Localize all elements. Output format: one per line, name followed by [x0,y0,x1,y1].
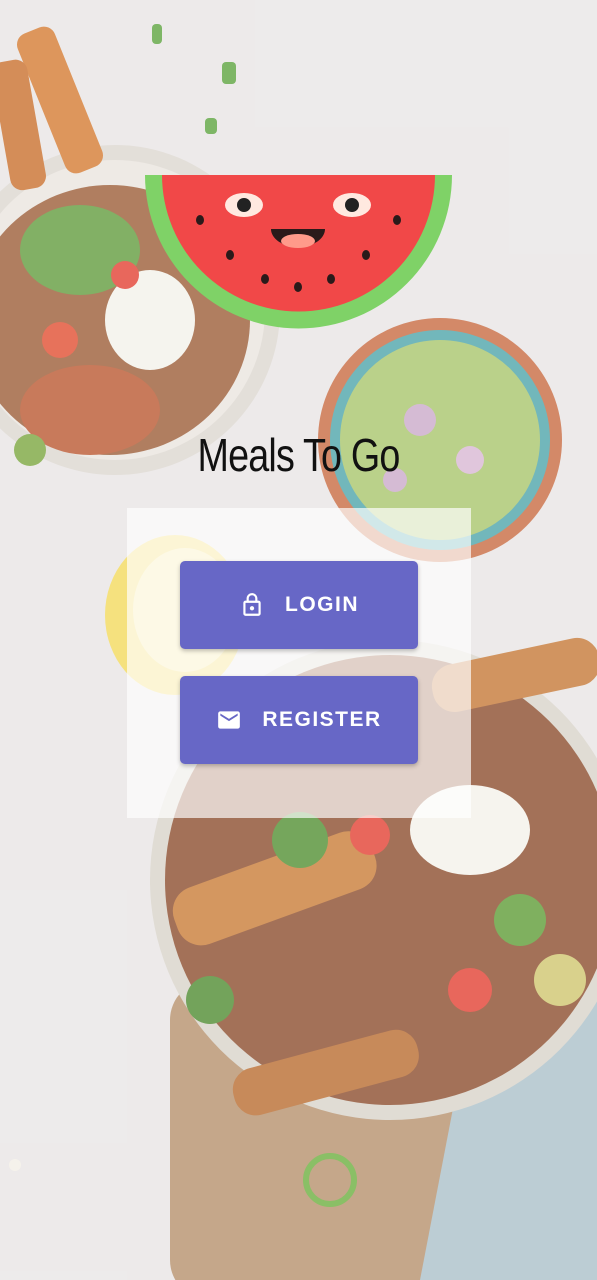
register-button-label: REGISTER [262,708,382,731]
mail-icon [216,707,242,733]
watermelon-icon [145,175,452,329]
account-screen: Meals To Go LOGIN REGISTER [0,0,597,1280]
auth-panel: LOGIN REGISTER [127,508,471,818]
lock-icon [239,592,265,618]
login-button-label: LOGIN [285,593,359,616]
register-button[interactable]: REGISTER [180,676,418,764]
login-button[interactable]: LOGIN [180,561,418,649]
app-title: Meals To Go [197,429,400,481]
